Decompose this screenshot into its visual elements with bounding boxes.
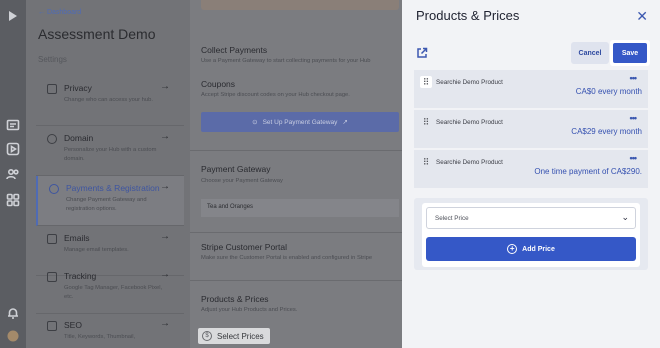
more-options-icon[interactable]: •••	[630, 113, 638, 123]
arrow-right-icon: →	[160, 131, 170, 142]
setup-gateway-label: Set Up Payment Gateway	[262, 118, 338, 126]
cancel-button[interactable]: Cancel	[571, 42, 609, 64]
arrow-right-icon: →	[160, 231, 170, 242]
collect-payments-title: Collect Payments	[201, 45, 268, 55]
lock-icon	[47, 84, 57, 94]
products-prices-sub: Adjust your Hub Products and Prices.	[201, 307, 298, 313]
coupons-sub: Accept Stripe discount codes on your Hub…	[201, 92, 350, 98]
save-label: Save	[613, 43, 647, 63]
nav-item-title: Emails	[64, 233, 90, 243]
top-banner	[201, 0, 399, 10]
globe-icon	[47, 134, 57, 144]
arrow-right-icon: →	[160, 181, 170, 192]
drag-handle-icon[interactable]: ⠿	[420, 156, 432, 168]
plus-circle-icon: +	[507, 244, 518, 254]
nav-item-title: Tracking	[64, 271, 97, 281]
product-name: Searchie Demo Product	[436, 79, 503, 86]
dollar-icon	[49, 184, 59, 194]
nav-item-desc: Manage email templates.	[64, 247, 129, 253]
hub-title: Assessment Demo	[38, 26, 156, 42]
product-price: CA$29 every month	[571, 127, 642, 136]
nav-item-payments-registration[interactable]: Payments & Registration Change Payment G…	[36, 176, 184, 226]
drag-handle-icon[interactable]: ⠿	[420, 76, 432, 88]
divider	[190, 150, 402, 151]
select-prices-button[interactable]: $ Select Prices	[198, 328, 270, 344]
setup-payment-gateway-button[interactable]: ⊙ Set Up Payment Gateway ↗	[201, 112, 399, 132]
arrow-right-icon: →	[160, 81, 170, 92]
arrow-right-icon: →	[160, 269, 170, 280]
avatar[interactable]	[5, 328, 21, 344]
back-to-dashboard-link[interactable]: ← Dashboard	[38, 9, 81, 16]
product-name: Searchie Demo Product	[436, 119, 503, 126]
seo-icon	[47, 321, 57, 331]
divider	[190, 232, 402, 233]
payment-gateway-sub: Choose your Payment Gateway	[201, 178, 283, 184]
select-price-dropdown[interactable]: Select Price ⌄	[426, 207, 636, 229]
add-price-label: Add Price	[522, 245, 555, 253]
content-icon[interactable]	[5, 117, 21, 133]
chevron-down-icon: ⌄	[621, 212, 629, 222]
nav-item-desc: Change who can access your hub.	[64, 97, 153, 103]
icon-rail	[0, 0, 26, 348]
media-icon[interactable]	[5, 141, 21, 157]
close-icon[interactable]: ✕	[636, 8, 648, 25]
chart-line-icon	[47, 272, 57, 282]
drag-handle-icon[interactable]: ⠿	[420, 116, 432, 128]
product-row: ⠿ Searchie Demo Product ••• CA$0 every m…	[414, 70, 648, 109]
select-price-placeholder: Select Price	[435, 215, 469, 222]
stripe-portal-sub: Make sure the Customer Portal is enabled…	[201, 255, 373, 261]
products-prices-title: Products & Prices	[201, 294, 269, 304]
add-price-button[interactable]: + Add Price	[426, 237, 636, 261]
nav-item-desc: Change Payment Gateway and registration …	[66, 197, 147, 212]
nav-item-privacy[interactable]: Privacy Change who can access your hub. …	[36, 76, 184, 126]
nav-item-seo[interactable]: SEO Title, Keywords, Thumbnail, →	[36, 313, 184, 348]
drawer-title: Products & Prices	[416, 8, 520, 23]
add-price-panel: Select Price ⌄ + Add Price	[414, 198, 648, 270]
add-price-form: Select Price ⌄ + Add Price	[422, 203, 640, 267]
product-name: Searchie Demo Product	[436, 159, 503, 166]
nav-item-title: SEO	[64, 320, 82, 330]
settings-label: Settings	[38, 55, 67, 64]
dollar-icon: $	[202, 331, 212, 341]
arrow-right-icon: →	[160, 318, 170, 329]
collect-payments-sub: Use a Payment Gateway to start collectin…	[201, 58, 371, 64]
nav-item-domain[interactable]: Domain Personalize your Hub with a custo…	[36, 126, 184, 176]
save-button[interactable]: Save	[610, 40, 650, 66]
nav-item-title: Domain	[64, 133, 94, 143]
apps-icon[interactable]	[5, 192, 21, 208]
nav-item-desc: Title, Keywords, Thumbnail,	[64, 334, 136, 340]
nav-item-tracking[interactable]: Tracking Google Tag Manager, Facebook Pi…	[36, 264, 184, 314]
external-link-icon[interactable]	[416, 46, 428, 58]
logo-icon[interactable]	[5, 8, 21, 24]
more-options-icon[interactable]: •••	[630, 153, 638, 163]
product-row: ⠿ Searchie Demo Product ••• CA$29 every …	[414, 110, 648, 149]
select-prices-label: Select Prices	[217, 331, 264, 341]
back-link-label: Dashboard	[46, 9, 82, 16]
bell-icon[interactable]	[5, 305, 21, 321]
product-row: ⠿ Searchie Demo Product ••• One time pay…	[414, 150, 648, 189]
divider	[190, 280, 402, 281]
mail-icon	[47, 234, 57, 244]
nav-item-desc: Google Tag Manager, Facebook Pixel, etc.	[64, 285, 163, 300]
more-options-icon[interactable]: •••	[630, 73, 638, 83]
dollar-icon: ⊙	[252, 119, 258, 126]
nav-item-title: Payments & Registration	[66, 183, 160, 193]
stripe-portal-title: Stripe Customer Portal	[201, 242, 287, 252]
payment-gateway-title: Payment Gateway	[201, 164, 271, 174]
product-price-list: ⠿ Searchie Demo Product ••• CA$0 every m…	[414, 70, 648, 189]
users-icon[interactable]	[5, 166, 21, 182]
external-link-icon: ↗	[342, 119, 348, 126]
payment-gateway-select[interactable]: Tea and Oranges	[201, 199, 399, 217]
nav-item-title: Privacy	[64, 83, 92, 93]
product-price: CA$0 every month	[575, 87, 642, 96]
coupons-title: Coupons	[201, 79, 236, 89]
nav-item-desc: Personalize your Hub with a custom domai…	[64, 147, 157, 162]
product-price: One time payment of CA$290.	[534, 167, 642, 176]
